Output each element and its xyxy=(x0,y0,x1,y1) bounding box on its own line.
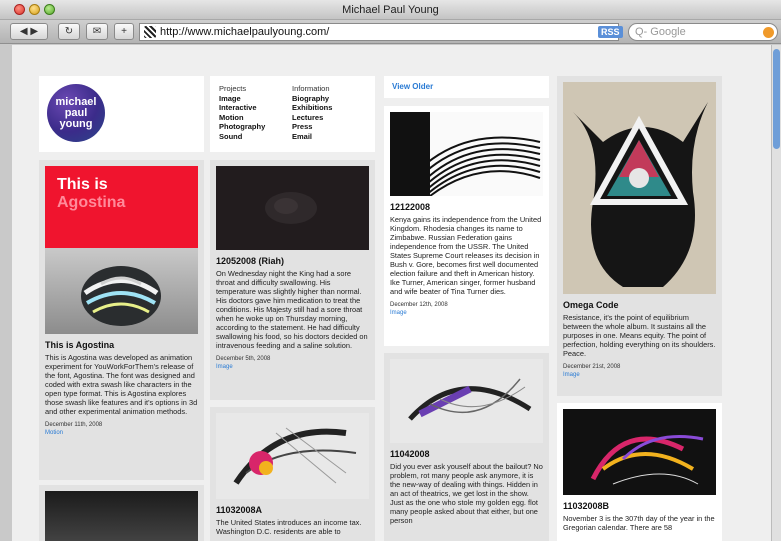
post-image-12122008[interactable] xyxy=(390,112,543,196)
nav-projects-heading: Projects xyxy=(219,84,247,93)
post-title[interactable]: 11032008B xyxy=(563,501,716,511)
bookmark-icon: ✉ xyxy=(92,26,102,37)
agostina-image-text-1: This is xyxy=(57,176,108,193)
post-date: December 11th, 2008 xyxy=(45,422,103,428)
rss-button[interactable]: RSS xyxy=(598,26,623,38)
neon-swirl-graphic xyxy=(590,435,704,485)
nav-link-photography[interactable]: Photography xyxy=(219,122,265,132)
logo-line-1: michael xyxy=(55,95,97,108)
post-category-link[interactable]: Motion xyxy=(45,430,198,436)
nav-link-biography[interactable]: Biography xyxy=(292,94,332,104)
view-older-link[interactable]: View Older xyxy=(384,76,549,98)
post-body: Kenya gains its independence from the Un… xyxy=(390,215,542,296)
logo-line-3: young xyxy=(59,117,93,130)
post-title[interactable]: 12052008 (Riah) xyxy=(216,256,369,266)
scrollbar-thumb[interactable] xyxy=(773,49,780,149)
plus-icon: + xyxy=(121,26,127,37)
post-image-11042008[interactable] xyxy=(390,359,543,443)
nav-link-interactive[interactable]: Interactive xyxy=(219,103,265,113)
nav-link-sound[interactable]: Sound xyxy=(219,132,265,142)
search-placeholder: Q- Google xyxy=(635,26,686,38)
agostina-sculpture-graphic xyxy=(81,266,161,326)
post-date: December 21st, 2008 xyxy=(563,364,621,370)
post-card[interactable]: This is Agostina This is Agostina This i… xyxy=(39,160,204,480)
post-body: Did you ever ask youself about the bailo… xyxy=(390,462,543,525)
post-image-omega-code[interactable] xyxy=(563,82,716,294)
post-card[interactable]: 11032008B November 3 is the 307th day of… xyxy=(557,403,722,541)
window-title: Michael Paul Young xyxy=(342,4,439,16)
post-image-11032008b[interactable] xyxy=(563,409,716,495)
nav-information-heading: Information xyxy=(292,84,330,93)
nav-link-lectures[interactable]: Lectures xyxy=(292,113,332,123)
post-category-link[interactable]: Image xyxy=(390,310,543,316)
nav-projects: Projects Image Interactive Motion Photog… xyxy=(219,84,265,141)
nav-link-motion[interactable]: Motion xyxy=(219,113,265,123)
post-body: This is Agostina was developed as animat… xyxy=(45,353,198,416)
post-image-11032008a[interactable] xyxy=(216,413,369,499)
nav-link-image[interactable]: Image xyxy=(219,94,265,104)
post-title[interactable]: Omega Code xyxy=(563,300,716,310)
address-bar[interactable]: http://www.michaelpaulyoung.com/ xyxy=(139,23,619,41)
abstract-swirl-graphic xyxy=(233,427,357,485)
nav-link-exhibitions[interactable]: Exhibitions xyxy=(292,103,332,113)
agostina-image-text-2: Agostina xyxy=(57,194,126,211)
logo-line-2: paul xyxy=(64,106,88,119)
post-body: Resistance, it's the point of equilibriu… xyxy=(563,313,716,358)
bookmark-button[interactable]: ✉ xyxy=(86,23,108,40)
post-date: December 5th, 2008 xyxy=(216,356,271,362)
reload-button[interactable]: ↻ xyxy=(58,23,80,40)
post-title[interactable]: This is Agostina xyxy=(45,340,198,350)
post-image-agostina-top[interactable]: This is Agostina xyxy=(45,166,198,248)
post-image[interactable] xyxy=(45,491,198,541)
omega-code-graphic xyxy=(573,102,708,287)
post-image-agostina-bottom[interactable] xyxy=(45,248,198,334)
post-date: December 12th, 2008 xyxy=(390,302,448,308)
nav-information: Information Biography Exhibitions Lectur… xyxy=(292,84,332,141)
post-card[interactable]: 11032008A The United States introduces a… xyxy=(210,407,375,541)
search-go-icon[interactable] xyxy=(763,27,774,38)
post-card[interactable]: Omega Code Resistance, it's the point of… xyxy=(557,76,722,396)
post-card[interactable]: 11042008 Did you ever ask youself about … xyxy=(384,353,549,541)
add-bookmark-button[interactable]: + xyxy=(114,23,134,40)
post-body: November 3 is the 307th day of the year … xyxy=(563,514,715,532)
window-titlebar: Michael Paul Young xyxy=(0,0,781,20)
forward-arrow-icon[interactable]: ▶ xyxy=(30,26,38,37)
page-scrollbar[interactable] xyxy=(771,45,781,541)
web-page: michael paul young Projects Image Intera… xyxy=(12,45,772,541)
striped-wave-graphic xyxy=(390,112,543,196)
post-title[interactable]: 12122008 xyxy=(390,202,543,212)
post-category-link[interactable]: Image xyxy=(563,372,716,378)
post-card[interactable]: 12122008 Kenya gains its independence fr… xyxy=(384,106,549,346)
site-logo[interactable]: michael paul young xyxy=(47,84,105,142)
post-title[interactable]: 11032008A xyxy=(216,505,369,515)
nav-link-press[interactable]: Press xyxy=(292,122,332,132)
url-text: http://www.michaelpaulyoung.com/ xyxy=(160,26,330,38)
site-favicon-icon xyxy=(144,26,156,38)
search-input[interactable]: Q- Google xyxy=(628,23,778,41)
back-forward-buttons[interactable]: ◀ ▶ xyxy=(10,23,48,40)
post-category-link[interactable]: Image xyxy=(216,364,369,370)
post-title[interactable]: 11042008 xyxy=(390,449,543,459)
reload-icon: ↻ xyxy=(64,26,74,37)
back-arrow-icon[interactable]: ◀ xyxy=(20,26,28,37)
site-navigation: Projects Image Interactive Motion Photog… xyxy=(210,76,375,152)
post-body: On Wednesday night the King had a sore t… xyxy=(216,269,368,350)
abstract-ribbon-graphic xyxy=(408,378,532,421)
post-body: The United States introduces an income t… xyxy=(216,518,362,536)
post-card[interactable] xyxy=(39,485,204,541)
riah-dark-graphic xyxy=(265,192,317,224)
logo-card: michael paul young xyxy=(39,76,204,152)
nav-link-email[interactable]: Email xyxy=(292,132,332,142)
post-image-riah[interactable] xyxy=(216,166,369,250)
post-card[interactable]: 12052008 (Riah) On Wednesday night the K… xyxy=(210,160,375,400)
